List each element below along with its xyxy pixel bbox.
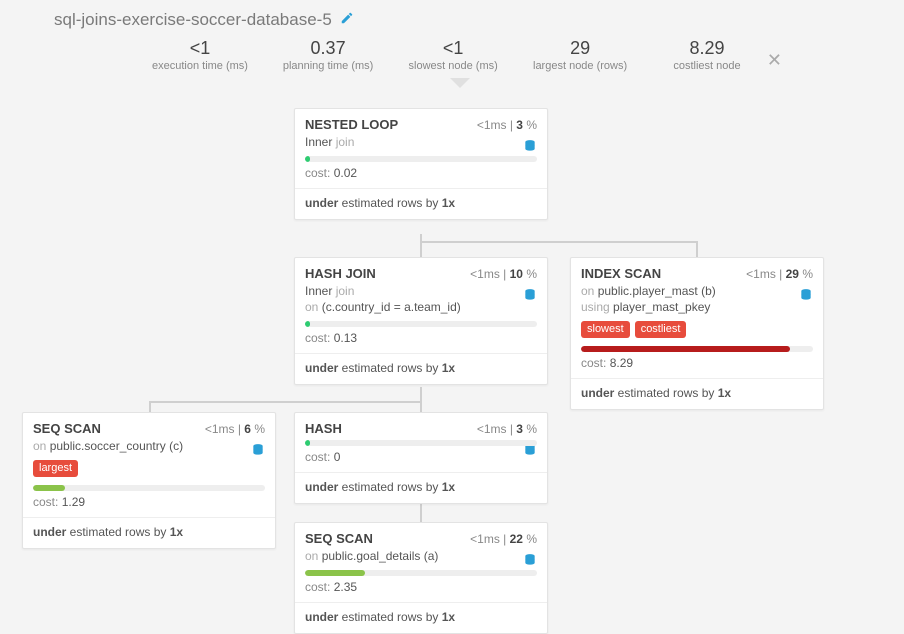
close-icon[interactable]: ✕ <box>767 50 782 71</box>
node-cost: cost: 0.02 <box>295 166 547 186</box>
node-estimate: under estimated rows by 1x <box>571 379 823 409</box>
metric-slowest-node: <1 slowest node (ms) <box>408 38 498 72</box>
metric-execution-time: <1 execution time (ms) <box>152 38 248 72</box>
node-cost: cost: 2.35 <box>295 580 547 600</box>
node-estimate: under estimated rows by 1x <box>295 473 547 503</box>
node-title: HASH JOIN <box>305 266 376 281</box>
database-icon[interactable] <box>523 139 537 156</box>
node-cost: cost: 1.29 <box>23 495 275 515</box>
metrics-bar: <1 execution time (ms) 0.37 planning tim… <box>152 34 752 80</box>
node-subtitle: Inner join <box>295 134 547 154</box>
node-subtitle: on public.soccer_country (c) <box>23 438 275 458</box>
node-estimate: under estimated rows by 1x <box>295 354 547 384</box>
node-cost: cost: 8.29 <box>571 356 823 376</box>
badge-largest: largest <box>33 460 78 477</box>
node-title: NESTED LOOP <box>305 117 398 132</box>
database-icon[interactable] <box>251 443 265 460</box>
database-icon[interactable] <box>523 553 537 570</box>
node-stats: <1ms | 22 % <box>470 532 537 546</box>
node-subtitle: on public.goal_details (a) <box>295 548 547 568</box>
node-title: HASH <box>305 421 342 436</box>
database-icon[interactable] <box>799 288 813 305</box>
node-hash-join[interactable]: HASH JOIN <1ms | 10 % Inner joinon (c.coun… <box>294 257 548 385</box>
node-subtitle: Inner joinon (c.country_id = a.team_id) <box>295 283 547 319</box>
node-index-scan[interactable]: INDEX SCAN <1ms | 29 % on public.player_ma… <box>570 257 824 410</box>
node-stats: <1ms | 3 % <box>477 118 537 132</box>
cost-bar <box>305 440 537 446</box>
node-hash[interactable]: HASH <1ms | 3 % cost: 0 under estimated row… <box>294 412 548 504</box>
badge-costliest: costliest <box>635 321 687 338</box>
node-stats: <1ms | 3 % <box>477 422 537 436</box>
metric-largest-node: 29 largest node (rows) <box>533 38 627 72</box>
node-title: INDEX SCAN <box>581 266 661 281</box>
badge-slowest: slowest <box>581 321 630 338</box>
node-subtitle: on public.player_mast (b)using player_ma… <box>571 283 823 319</box>
cost-bar <box>305 321 537 327</box>
node-stats: <1ms | 29 % <box>746 267 813 281</box>
metric-planning-time: 0.37 planning time (ms) <box>283 38 373 72</box>
node-estimate: under estimated rows by 1x <box>295 603 547 633</box>
cost-bar <box>33 485 265 491</box>
metric-costliest-node: 8.29 costliest node <box>662 38 752 72</box>
node-cost: cost: 0 <box>295 450 547 470</box>
page-title-row: sql-joins-exercise-soccer-database-5 <box>0 0 904 30</box>
page-title: sql-joins-exercise-soccer-database-5 <box>54 10 332 30</box>
cost-bar <box>305 570 537 576</box>
node-title: SEQ SCAN <box>305 531 373 546</box>
node-nested-loop[interactable]: NESTED LOOP <1ms | 3 % Inner join cost: 0.0… <box>294 108 548 220</box>
plan-canvas: NESTED LOOP <1ms | 3 % Inner join cost: 0.0… <box>0 92 904 612</box>
node-estimate: under estimated rows by 1x <box>23 518 275 548</box>
node-seq-scan-country[interactable]: SEQ SCAN <1ms | 6 % on public.soccer_count… <box>22 412 276 549</box>
node-cost: cost: 0.13 <box>295 331 547 351</box>
node-stats: <1ms | 6 % <box>205 422 265 436</box>
node-title: SEQ SCAN <box>33 421 101 436</box>
node-estimate: under estimated rows by 1x <box>295 189 547 219</box>
edit-title-icon[interactable] <box>340 10 354 30</box>
cost-bar <box>581 346 813 352</box>
cost-bar <box>305 156 537 162</box>
database-icon[interactable] <box>523 288 537 305</box>
node-seq-scan-goal[interactable]: SEQ SCAN <1ms | 22 % on public.goal_detail… <box>294 522 548 634</box>
node-stats: <1ms | 10 % <box>470 267 537 281</box>
